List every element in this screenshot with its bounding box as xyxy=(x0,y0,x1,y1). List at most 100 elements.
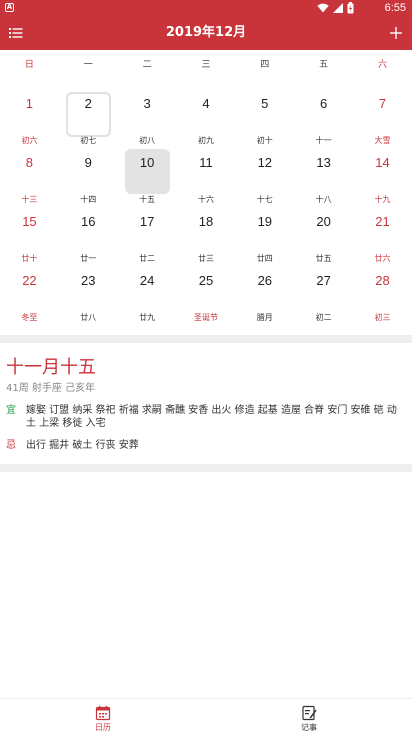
calendar-day-cell[interactable]: 圣诞节 xyxy=(177,311,236,335)
calendar-week-row: 1 2 3 4 5 6 7 xyxy=(0,75,412,137)
lunar-day-label: 初七 xyxy=(80,136,97,145)
lunar-day-label: 廿五 xyxy=(315,254,332,263)
add-button[interactable] xyxy=(386,23,406,43)
month-title[interactable]: 2019年12月 xyxy=(0,16,412,50)
calendar-day-cell[interactable]: 十五 17 xyxy=(118,193,177,252)
inauspicious-items: 出行 掘井 破土 行丧 安葬 xyxy=(26,440,139,451)
day-number: 20 xyxy=(316,214,331,229)
calendar-day-cell[interactable]: 4 xyxy=(177,75,236,134)
calendar-week-row: 廿十 22 廿一 23 廿二 24 廿三 25 廿四 26 廿五 27 廿六 28 xyxy=(0,252,412,311)
lunar-day-label: 初二 xyxy=(315,313,332,322)
calendar-day-cell[interactable]: 廿二 24 xyxy=(118,252,177,311)
lunar-day-label: 初八 xyxy=(139,136,156,145)
calendar-day-cell[interactable]: 初八 10 xyxy=(118,134,177,194)
calendar-day-cell[interactable]: 初九 11 xyxy=(177,134,236,193)
tab-notes[interactable]: 记事 xyxy=(206,699,412,737)
lunar-day-label: 十九 xyxy=(374,195,391,204)
day-number: 16 xyxy=(81,214,96,229)
status-icons xyxy=(317,2,354,14)
calendar-day-cell[interactable]: 十九 21 xyxy=(353,193,412,252)
calendar-day-cell[interactable]: 十一 13 xyxy=(294,134,353,193)
weekday-label: 六 xyxy=(377,60,387,70)
day-number: 27 xyxy=(316,273,331,288)
calendar-day-cell[interactable]: 廿八30 xyxy=(59,311,118,335)
lunar-day-label: 十四 xyxy=(80,195,97,204)
calendar-day-cell[interactable]: 初二 xyxy=(294,311,353,335)
section-divider xyxy=(0,335,412,343)
weekday-label: 二 xyxy=(142,60,152,70)
lunar-day-label: 初三 xyxy=(374,313,391,322)
calendar-day-cell[interactable]: 十四 16 xyxy=(59,193,118,252)
calendar-day-cell[interactable]: 冬至29 xyxy=(0,311,59,335)
calendar-day-cell[interactable]: 十六 18 xyxy=(177,193,236,252)
calendar-day-cell[interactable]: 廿五 27 xyxy=(294,252,353,311)
calendar-day-cell[interactable]: 廿三 25 xyxy=(177,252,236,311)
calendar-day-cell[interactable]: 2 xyxy=(59,75,118,137)
lunar-day-label: 十五 xyxy=(139,195,156,204)
status-bar: A 6:55 xyxy=(0,0,412,16)
day-number: 8 xyxy=(25,155,34,170)
month-grid: 1 2 3 4 5 6 7 初六 8 初七 9 初八 10 初九 11 初十 12 十一 13 大雪 14 十三 15 十四 1… xyxy=(0,75,412,335)
calendar-day-cell[interactable]: 腊月 xyxy=(235,311,294,335)
day-number: 12 xyxy=(257,155,273,170)
day-number: 9 xyxy=(84,155,92,170)
battery-icon xyxy=(347,2,354,14)
calendar-day-cell[interactable]: 十八 20 xyxy=(294,193,353,252)
day-number: 17 xyxy=(139,214,155,229)
day-number: 22 xyxy=(22,273,37,288)
calendar-day-cell[interactable]: 十三 15 xyxy=(0,193,59,252)
calendar-day-cell[interactable]: 初三 xyxy=(353,311,412,335)
day-number: 25 xyxy=(198,273,214,288)
lunar-day-label: 初九 xyxy=(197,136,214,145)
calendar-day-cell[interactable]: 大雪 14 xyxy=(353,134,412,193)
weekday-label: 三 xyxy=(201,60,211,70)
lunar-day-label: 腊月 xyxy=(256,313,273,322)
calendar-week-row: 初六 8 初七 9 初八 10 初九 11 初十 12 十一 13 大雪 14 xyxy=(0,134,412,194)
status-time: 6:55 xyxy=(384,2,406,14)
calendar-day-cell[interactable]: 廿四 26 xyxy=(235,252,294,311)
day-number: 23 xyxy=(81,273,96,288)
day-number: 14 xyxy=(375,155,390,170)
plus-icon xyxy=(390,27,402,39)
calendar-day-cell[interactable]: 1 xyxy=(0,75,59,134)
lunar-day-label: 圣诞节 xyxy=(193,313,218,322)
lunar-day-label: 十六 xyxy=(197,195,214,204)
inauspicious-label: 忌 xyxy=(6,440,16,451)
calendar-day-cell[interactable]: 初七 9 xyxy=(59,134,118,193)
day-number: 1 xyxy=(25,96,34,111)
list-menu-icon xyxy=(9,28,23,38)
day-number: 6 xyxy=(320,96,328,111)
calendar-day-cell[interactable]: 6 xyxy=(294,75,353,134)
day-number: 10 xyxy=(139,155,155,170)
calendar-week-row: 冬至29廿八30廿九31 圣诞节 腊月 初二 初三 xyxy=(0,311,412,335)
menu-button[interactable] xyxy=(6,23,26,43)
wifi-icon xyxy=(317,3,329,13)
calendar-day-cell[interactable]: 廿九31 xyxy=(118,311,177,335)
calendar-day-cell[interactable]: 初六 8 xyxy=(0,134,59,193)
day-number: 15 xyxy=(22,214,37,229)
day-number: 3 xyxy=(143,96,151,111)
weekday-label: 五 xyxy=(319,60,329,70)
lunar-day-label: 廿九 xyxy=(139,313,156,322)
calendar-day-cell[interactable]: 5 xyxy=(235,75,294,134)
weekday-label: 一 xyxy=(83,60,93,70)
tab-calendar[interactable]: 日历 xyxy=(0,699,206,737)
calendar-week-row: 十三 15 十四 16 十五 17 十六 18 十七 19 十八 20 十九 21 xyxy=(0,193,412,252)
lunar-date: 十一月十五 xyxy=(6,357,96,378)
day-detail-panel: 十一月十五 41周 射手座 己亥年 宜 嫁娶 订盟 纳采 祭祀 祈福 求嗣 斋醮… xyxy=(0,343,412,464)
calendar-day-cell[interactable]: 廿十 22 xyxy=(0,252,59,311)
calendar-day-cell[interactable]: 十七 19 xyxy=(235,193,294,252)
lunar-day-label: 初十 xyxy=(256,136,273,145)
calendar-day-cell[interactable]: 7 xyxy=(353,75,412,134)
tab-notes-label: 记事 xyxy=(301,723,317,732)
lunar-day-label: 廿二 xyxy=(139,254,156,263)
day-number: 26 xyxy=(257,273,273,288)
calendar-day-cell[interactable]: 3 xyxy=(118,75,177,134)
day-number: 2 xyxy=(84,96,92,111)
calendar-day-cell[interactable]: 初十 12 xyxy=(235,134,294,193)
week-zodiac-info: 41周 射手座 己亥年 xyxy=(6,383,96,394)
calendar-day-cell[interactable]: 廿六 28 xyxy=(353,252,412,311)
inauspicious-row: 忌 出行 掘井 破土 行丧 安葬 xyxy=(6,439,406,452)
day-number: 28 xyxy=(375,273,390,288)
calendar-day-cell[interactable]: 廿一 23 xyxy=(59,252,118,311)
